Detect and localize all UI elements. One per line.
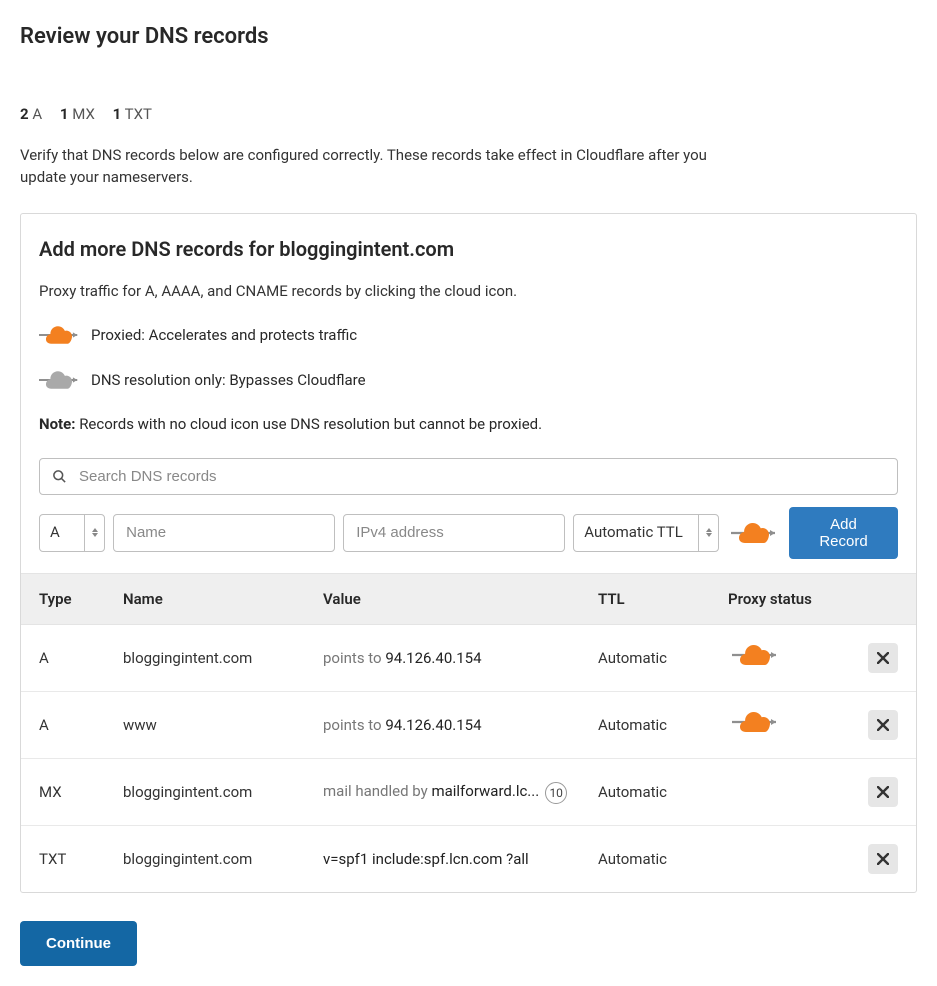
- help-text: Verify that DNS records below are config…: [20, 144, 720, 189]
- add-record-button[interactable]: Add Record: [789, 507, 898, 559]
- th-ttl: TTL: [586, 573, 716, 625]
- legend-proxied: Proxied: Accelerates and protects traffi…: [39, 324, 898, 347]
- delete-record-button[interactable]: [868, 777, 898, 807]
- record-type-value: A: [40, 521, 84, 544]
- th-actions: [856, 573, 916, 625]
- record-summary: 2 A 1 MX 1 TXT: [20, 103, 917, 126]
- table-row[interactable]: MXbloggingintent.commail handled by mail…: [21, 759, 916, 826]
- cell-value: points to 94.126.40.154: [311, 625, 586, 692]
- search-input-wrap[interactable]: [39, 458, 898, 495]
- add-record-form: A Automatic TTL Add Record: [39, 507, 898, 559]
- proxy-toggle[interactable]: [727, 523, 781, 543]
- th-value: Value: [311, 573, 586, 625]
- dns-records-table: Type Name Value TTL Proxy status Abloggi…: [21, 573, 916, 893]
- proxy-help-text: Proxy traffic for A, AAAA, and CNAME rec…: [39, 280, 898, 303]
- search-icon: [52, 469, 67, 484]
- cell-ttl: Automatic: [586, 759, 716, 826]
- ttl-value: Automatic TTL: [574, 521, 698, 544]
- search-input[interactable]: [77, 467, 885, 486]
- note-label: Note:: [39, 415, 75, 433]
- cell-proxy[interactable]: [716, 625, 856, 692]
- cell-type: A: [21, 692, 111, 759]
- th-type: Type: [21, 573, 111, 625]
- record-value-input[interactable]: [354, 523, 554, 542]
- cell-proxy: [716, 759, 856, 826]
- cell-proxy[interactable]: [716, 692, 856, 759]
- summary-count: 1: [60, 105, 69, 123]
- table-row[interactable]: Abloggingintent.compoints to 94.126.40.1…: [21, 625, 916, 692]
- cell-value: v=spf1 include:spf.lcn.com ?all: [311, 826, 586, 893]
- record-name-input-wrap[interactable]: [113, 514, 335, 552]
- continue-button[interactable]: Continue: [20, 921, 137, 966]
- record-type-select[interactable]: A: [39, 514, 105, 552]
- record-value-input-wrap[interactable]: [343, 514, 565, 552]
- close-icon: [877, 853, 889, 865]
- select-handle-icon: [84, 515, 104, 551]
- cell-value: points to 94.126.40.154: [311, 692, 586, 759]
- dns-panel: Add more DNS records for bloggingintent.…: [20, 213, 917, 894]
- delete-record-button[interactable]: [868, 844, 898, 874]
- cell-ttl: Automatic: [586, 625, 716, 692]
- summary-type: A: [32, 105, 42, 123]
- legend-proxied-label: Proxied: Accelerates and protects traffi…: [91, 324, 357, 347]
- cell-type: TXT: [21, 826, 111, 893]
- cell-type: MX: [21, 759, 111, 826]
- legend-dns-only-label: DNS resolution only: Bypasses Cloudflare: [91, 369, 366, 392]
- note-text: Note: Records with no cloud icon use DNS…: [39, 413, 898, 436]
- delete-record-button[interactable]: [868, 643, 898, 673]
- close-icon: [877, 719, 889, 731]
- cell-name: bloggingintent.com: [111, 826, 311, 893]
- cell-name: bloggingintent.com: [111, 759, 311, 826]
- select-handle-icon: [698, 515, 718, 551]
- cell-ttl: Automatic: [586, 826, 716, 893]
- note-body: Records with no cloud icon use DNS resol…: [79, 415, 542, 433]
- summary-count: 1: [113, 105, 122, 123]
- close-icon: [877, 652, 889, 664]
- summary-type: TXT: [125, 105, 152, 123]
- cell-type: A: [21, 625, 111, 692]
- th-name: Name: [111, 573, 311, 625]
- close-icon: [877, 786, 889, 798]
- page-title: Review your DNS records: [20, 20, 917, 53]
- delete-record-button[interactable]: [868, 710, 898, 740]
- panel-heading: Add more DNS records for bloggingintent.…: [39, 234, 898, 264]
- priority-badge: 10: [545, 782, 567, 804]
- table-row[interactable]: Awwwpoints to 94.126.40.154Automatic: [21, 692, 916, 759]
- summary-count: 2: [20, 105, 29, 123]
- cell-ttl: Automatic: [586, 692, 716, 759]
- summary-type: MX: [72, 105, 95, 123]
- legend-dns-only: DNS resolution only: Bypasses Cloudflare: [39, 369, 898, 392]
- table-row[interactable]: TXTbloggingintent.comv=spf1 include:spf.…: [21, 826, 916, 893]
- cell-proxy: [716, 826, 856, 893]
- cell-value: mail handled by mailforward.lc...10: [311, 759, 586, 826]
- ttl-select[interactable]: Automatic TTL: [573, 514, 719, 552]
- record-name-input[interactable]: [124, 523, 324, 542]
- cell-name: www: [111, 692, 311, 759]
- cell-name: bloggingintent.com: [111, 625, 311, 692]
- th-proxy: Proxy status: [716, 573, 856, 625]
